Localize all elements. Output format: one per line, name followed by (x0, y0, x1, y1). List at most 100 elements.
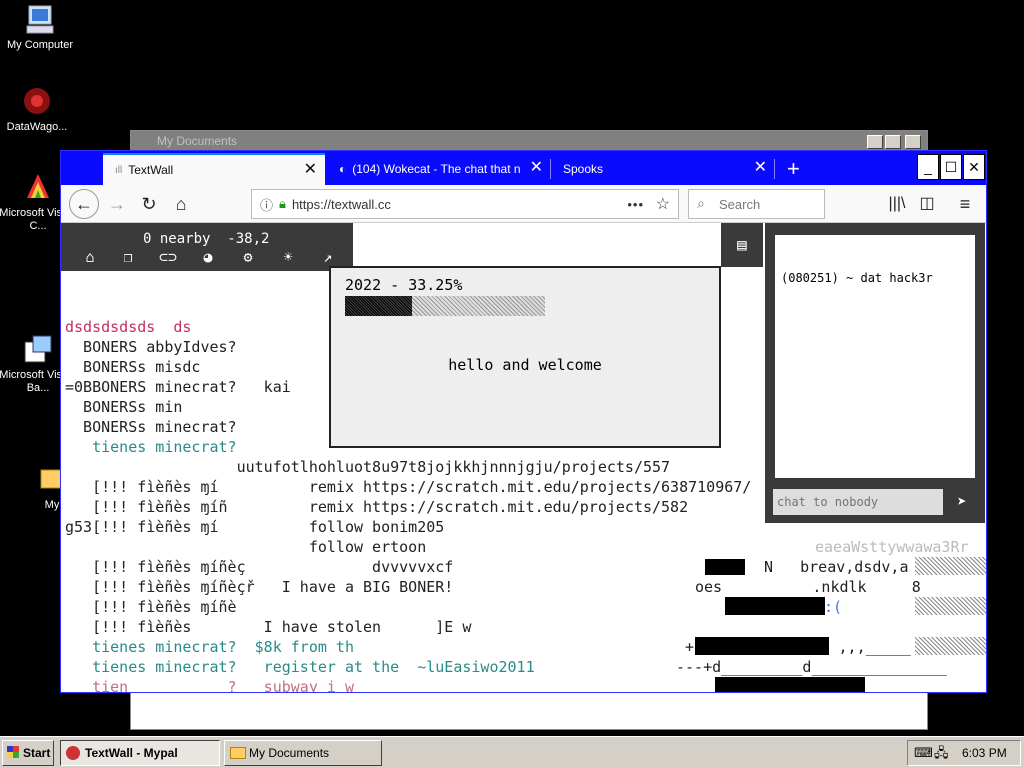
wall-line: oes .nkdlk 8 (695, 578, 921, 596)
forward-button[interactable]: → (103, 190, 131, 218)
wall-line: BONERSs min (65, 398, 183, 416)
tab-label: (104) Wokecat - The chat that ne (352, 162, 521, 176)
wokecat-favicon-icon: ◐ (339, 162, 347, 176)
taskbar: Start TextWall - Mypal My Documents ⌨ 🖧︎… (0, 736, 1024, 768)
welcome-message: hello and welcome (448, 356, 602, 374)
reload-button[interactable]: ↻ (135, 190, 163, 218)
close-button[interactable]: ✕ (963, 154, 985, 180)
bookmark-star-icon[interactable]: ☆ (656, 194, 670, 214)
computer-icon (23, 2, 57, 36)
brightness-icon[interactable]: ☀ (277, 248, 299, 266)
system-tray: ⌨ 🖧︎ 6:03 PM (907, 740, 1021, 766)
keyboard-icon[interactable]: ⌨ (914, 745, 933, 761)
wall-line: tienes minecrat? register at the ~luEasi… (65, 658, 535, 676)
close-tab-icon[interactable]: ✕ (754, 160, 767, 176)
new-tab-button[interactable]: + (779, 153, 813, 185)
chat-input[interactable] (773, 489, 943, 515)
tab-textwall[interactable]: ıll TextWall ✕ (103, 153, 325, 185)
black-block (695, 637, 829, 655)
desktop-icon-label: DataWago... (6, 121, 68, 133)
wall-line: [!!! fìèñès ɱíñè (65, 598, 237, 616)
wall-line: :( (824, 598, 843, 616)
wall-line: ---+d_________d_______________ (676, 658, 947, 676)
url-text: https://textwall.cc (291, 196, 391, 212)
tab-label: TextWall (128, 163, 174, 177)
windows-logo-icon (7, 746, 19, 758)
desktop-icon-my-computer[interactable]: My Computer (0, 2, 80, 52)
maximize-button[interactable] (885, 135, 901, 149)
start-label: Start (23, 746, 51, 760)
desktop-icon-label: My Computer (6, 39, 74, 51)
chat-toggle-button[interactable]: ▤ (721, 223, 763, 267)
send-button[interactable]: ➤ (949, 489, 975, 515)
visual-c-icon (21, 170, 55, 204)
page-actions-icon[interactable]: ••• (627, 197, 644, 212)
textwall-favicon-icon: ıll (115, 164, 123, 176)
maximize-button[interactable]: ☐ (940, 154, 962, 180)
home-button[interactable]: ⌂ (167, 190, 195, 218)
announcement-box: 2022 - 33.25% hello and welcome (329, 266, 721, 448)
wall-line: follow ertoon (65, 538, 427, 556)
close-tab-icon[interactable]: ✕ (530, 160, 543, 176)
close-tab-icon[interactable]: ✕ (304, 162, 317, 178)
search-icon: ⌕ (697, 195, 705, 211)
wall-line: N breav,dsdv,a (764, 558, 909, 576)
wall-line: BONERS abbyIdves? (65, 338, 237, 356)
task-label: TextWall - Mypal (85, 746, 178, 760)
wall-line: =0BBONERS minecrat? kai (65, 378, 291, 396)
expand-icon[interactable]: ↗ (317, 248, 339, 266)
search-input[interactable]: ⌕ Search (688, 189, 825, 219)
task-my-documents[interactable]: My Documents (224, 740, 382, 766)
minimize-button[interactable] (867, 135, 883, 149)
progress-fill (345, 296, 412, 316)
task-label: My Documents (249, 746, 330, 760)
wall-line: tienes minecrat? $8k from th (65, 638, 354, 656)
wall-line: eaeaWsttywwawa3Rr (815, 538, 969, 556)
wall-line: BONERSs minecrat? (65, 418, 237, 436)
tab-bar: ıll TextWall ✕ ◐ (104) Wokecat - The cha… (61, 151, 986, 185)
wall-line: uutufotlhohluot8u97t8jojkkhjnnnjgju/proj… (65, 458, 671, 476)
wall-line: tien ? subway i w (65, 678, 354, 693)
chat-icon: ▤ (737, 235, 747, 254)
black-block (725, 597, 825, 615)
library-icon[interactable]: |||\ (883, 190, 911, 218)
gear-icon[interactable]: ⚙ (237, 248, 259, 266)
black-block (705, 559, 745, 575)
wall-line: [!!! fìèñès ɱí remix https://scratch.mit… (65, 478, 752, 496)
window-title: My Documents (131, 131, 927, 151)
home-icon[interactable]: ⌂ (79, 248, 101, 266)
black-block (715, 677, 865, 692)
tab-wokecat[interactable]: ◐ (104) Wokecat - The chat that ne ✕ (327, 153, 551, 185)
dotted-area (915, 597, 986, 615)
wall-line: BONERSs misdc (65, 358, 201, 376)
visual-basic-icon (21, 332, 55, 366)
coords-readout: 0 nearby -38,2 (143, 231, 270, 247)
progress-bar (345, 296, 545, 316)
url-bar[interactable]: ⓘ 🔒︎ https://textwall.cc ••• ☆ (251, 189, 679, 219)
close-button[interactable] (905, 135, 921, 149)
textwall-menu: 0 nearby -38,2 ⌂ ❐ ⊂⊃ ◕ ⚙ ☀ ↗ (61, 223, 353, 271)
menu-icon[interactable]: ≡ (951, 190, 979, 218)
dotted-area (915, 637, 986, 655)
wall-line: [!!! fìèñès I have stolen ]E w (65, 618, 472, 636)
link-icon[interactable]: ⊂⊃ (157, 248, 179, 266)
textwall-canvas[interactable]: dsdsdsdsds ds BONERS abbyIdves? BONERSs … (61, 223, 986, 693)
start-button[interactable]: Start (2, 740, 54, 766)
clock: 6:03 PM (962, 746, 1007, 760)
wall-line: [!!! fìèñès ɱíñèçř I have a BIG BONER! (65, 578, 454, 596)
desktop-icon-datawago[interactable]: DataWago... (0, 84, 77, 134)
back-button[interactable]: ← (69, 189, 99, 219)
info-icon[interactable]: ⓘ (260, 195, 273, 214)
lock-icon: 🔒︎ (279, 196, 286, 211)
datawago-icon (20, 84, 54, 118)
tab-spooks[interactable]: Spooks ✕ (551, 153, 775, 185)
network-icon[interactable]: 🖧︎ (934, 744, 949, 766)
palette-icon[interactable]: ◕ (197, 248, 219, 266)
task-textwall[interactable]: TextWall - Mypal (60, 740, 220, 766)
copy-icon[interactable]: ❐ (117, 248, 139, 266)
chat-log: (080251) ~ dat hack3r (775, 235, 975, 478)
folder-icon (230, 747, 246, 759)
search-placeholder: Search (719, 196, 761, 212)
minimize-button[interactable]: _ (917, 154, 939, 180)
sidebar-icon[interactable]: ◫ (913, 190, 941, 218)
